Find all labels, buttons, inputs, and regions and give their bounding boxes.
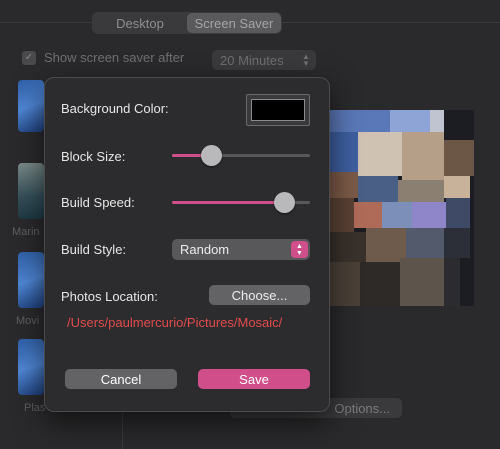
choose-folder-button[interactable]: Choose... <box>209 285 310 305</box>
slider-fill <box>172 201 285 204</box>
chevron-updown-icon: ▲ ▼ <box>291 241 308 258</box>
save-button[interactable]: Save <box>198 369 310 389</box>
build-style-label: Build Style: <box>61 242 127 257</box>
saver-thumbnail-1[interactable] <box>18 80 44 132</box>
tab-screen-saver[interactable]: Screen Saver <box>187 13 281 33</box>
build-speed-label: Build Speed: <box>61 195 135 210</box>
background-color-label: Background Color: <box>61 101 169 116</box>
block-size-label: Block Size: <box>61 149 126 164</box>
build-style-value: Random <box>180 242 230 257</box>
photos-location-path: /Users/paulmercurio/Pictures/Mosaic/ <box>67 315 283 330</box>
saver-thumbnail-movie[interactable] <box>18 252 44 308</box>
mosaic-options-sheet: Background Color: Block Size: Build Spee… <box>44 77 330 412</box>
build-style-popup[interactable]: Random ▲ ▼ <box>172 239 310 260</box>
tab-desktop[interactable]: Desktop <box>93 13 187 33</box>
saver-label-movie: Movi <box>16 315 40 327</box>
show-screen-saver-checkbox[interactable]: ✓ <box>22 50 36 65</box>
photos-location-label: Photos Location: <box>61 289 158 304</box>
idle-time-value: 20 Minutes <box>220 52 284 68</box>
show-screen-saver-label: Show screen saver after <box>44 50 185 65</box>
tab-bar: Desktop Screen Saver <box>92 12 282 34</box>
saver-label-plasma: Plas <box>24 402 46 414</box>
chevron-updown-icon: ▲ ▼ <box>302 52 310 68</box>
slider-knob[interactable] <box>274 192 295 213</box>
show-screen-saver-row: ✓ Show screen saver after <box>22 50 184 65</box>
cancel-button[interactable]: Cancel <box>65 369 177 389</box>
background-color-well[interactable] <box>246 94 310 126</box>
slider-knob[interactable] <box>201 145 222 166</box>
idle-time-popup[interactable]: 20 Minutes ▲ ▼ <box>212 50 316 70</box>
build-speed-slider[interactable] <box>172 191 310 213</box>
mosaic-preview <box>330 110 474 306</box>
background-color-swatch <box>251 99 305 121</box>
saver-thumbnail-plasma[interactable] <box>18 339 44 395</box>
saver-label-marine: Marin <box>12 226 40 238</box>
saver-thumbnail-marine[interactable] <box>18 163 44 219</box>
block-size-slider[interactable] <box>172 144 310 166</box>
